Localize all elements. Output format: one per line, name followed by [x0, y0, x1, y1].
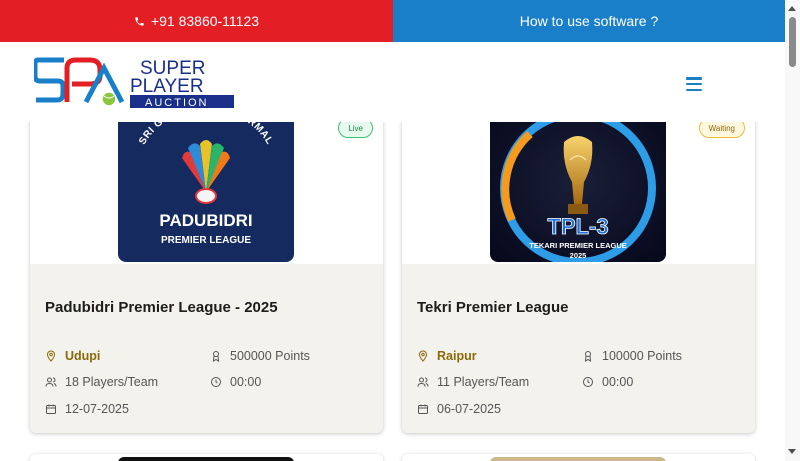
tournament-city: Raipur: [417, 349, 477, 363]
location-pin-icon: [418, 350, 428, 362]
hamburger-menu-icon[interactable]: [686, 77, 702, 91]
time-label: 00:00: [230, 375, 262, 389]
top-contact-bar: +91 83860-11123 How to use software ?: [0, 0, 785, 42]
tournament-image-area: TPL-3 TEKARI PREMIER LEAGUE 2025 Waiting: [402, 100, 755, 264]
scrollbar-thumb[interactable]: [789, 17, 796, 67]
svg-text:TEKARI PREMIER LEAGUE: TEKARI PREMIER LEAGUE: [529, 241, 627, 250]
tournament-players: 11 Players/Team: [417, 375, 529, 389]
players-per-team-label: 18 Players/Team: [65, 375, 159, 389]
tournament-poster: [490, 457, 666, 461]
phone-number: +91 83860-11123: [150, 13, 260, 29]
site-header: SUPER PLAYER AUCTION: [0, 42, 785, 122]
tournament-card[interactable]: SRI GURU TROPHY YERMAL PADUBIDRI PREMIER…: [30, 100, 383, 433]
calendar-icon: [418, 404, 428, 414]
tournament-poster: SRI GURU TROPHY YERMAL PADUBIDRI PREMIER…: [118, 100, 294, 262]
tournament-players: 18 Players/Team: [45, 375, 158, 389]
clock-icon: [583, 377, 593, 387]
players-per-team-label: 11 Players/Team: [437, 375, 530, 389]
time-label: 00:00: [602, 375, 634, 389]
scroll-up-arrow-icon[interactable]: [788, 6, 796, 11]
city-label: Raipur: [437, 349, 477, 363]
users-icon: [45, 377, 57, 387]
tournament-title[interactable]: Padubidri Premier League - 2025: [45, 299, 278, 316]
tournament-time: 00:00: [582, 375, 633, 389]
award-icon: [212, 351, 220, 362]
tournament-card[interactable]: [30, 454, 383, 461]
users-icon: [417, 377, 429, 387]
phone-link[interactable]: +91 83860-11123: [0, 0, 393, 42]
tournament-poster: [118, 457, 294, 461]
tournament-poster: TPL-3 TEKARI PREMIER LEAGUE 2025: [490, 100, 666, 262]
svg-text:PADUBIDRI: PADUBIDRI: [159, 211, 252, 230]
tournament-date: 06-07-2025: [417, 402, 501, 416]
svg-text:AUCTION: AUCTION: [145, 97, 209, 108]
tournament-time: 00:00: [210, 375, 261, 389]
clock-icon: [211, 377, 221, 387]
award-icon: [584, 351, 592, 362]
tournament-title[interactable]: Tekri Premier League: [417, 299, 568, 316]
svg-text:2025: 2025: [570, 251, 587, 260]
svg-text:PREMIER LEAGUE: PREMIER LEAGUE: [161, 235, 251, 246]
tournament-points: 500000 Points: [210, 349, 310, 363]
points-label: 100000 Points: [602, 349, 682, 363]
scroll-down-arrow-icon[interactable]: [788, 449, 796, 454]
date-label: 12-07-2025: [65, 402, 129, 416]
points-label: 500000 Points: [230, 349, 310, 363]
tournament-card[interactable]: [402, 454, 755, 461]
tournament-card[interactable]: TPL-3 TEKARI PREMIER LEAGUE 2025 Waiting…: [402, 100, 755, 433]
tournament-image-area: SRI GURU TROPHY YERMAL PADUBIDRI PREMIER…: [30, 100, 383, 264]
tournament-date: 12-07-2025: [45, 402, 129, 416]
phone-icon: [135, 16, 144, 26]
tournament-city: Udupi: [45, 349, 100, 363]
city-label: Udupi: [65, 349, 101, 363]
svg-text:PLAYER: PLAYER: [130, 76, 204, 97]
how-to-use-label: How to use software ?: [519, 13, 659, 29]
location-pin-icon: [46, 350, 56, 362]
svg-text:TPL-3: TPL-3: [547, 214, 608, 239]
date-label: 06-07-2025: [437, 402, 501, 416]
how-to-use-link[interactable]: How to use software ?: [393, 0, 785, 42]
super-player-auction-logo[interactable]: SUPER PLAYER AUCTION: [34, 54, 234, 108]
calendar-icon: [46, 404, 56, 414]
tournament-points: 100000 Points: [582, 349, 682, 363]
page-scrollbar[interactable]: [785, 0, 800, 461]
